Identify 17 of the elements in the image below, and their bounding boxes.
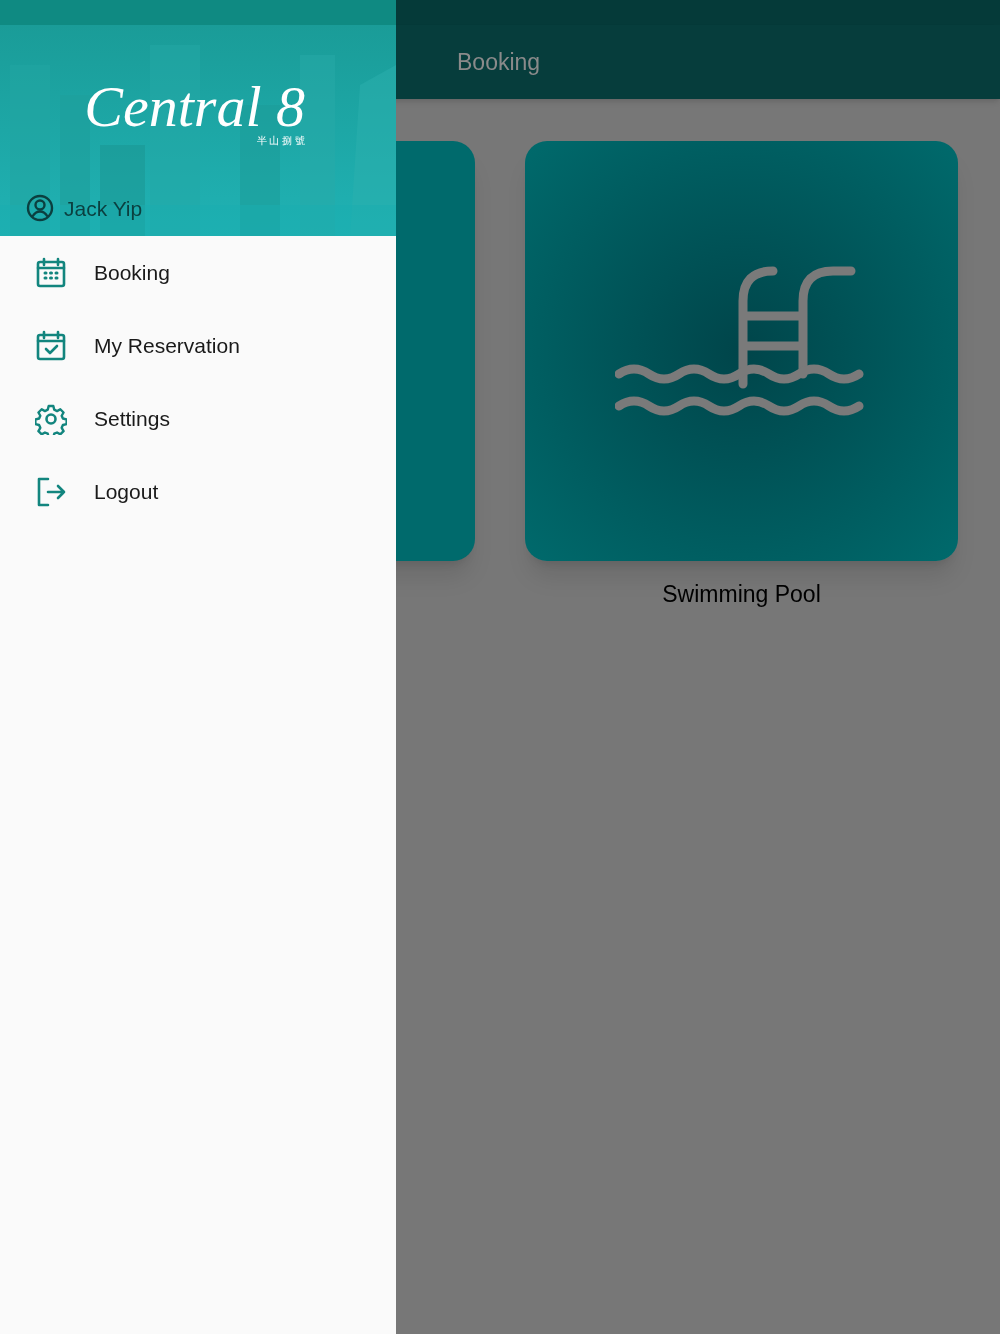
menu-item[interactable]: Logout — [0, 455, 396, 528]
facility-card[interactable] — [525, 141, 958, 561]
menu-item-label: My Reservation — [94, 332, 240, 359]
menu-item-label: Booking — [94, 259, 170, 286]
menu-item[interactable]: My Reservation — [0, 309, 396, 382]
menu-item[interactable]: Booking — [0, 236, 396, 309]
logout-icon — [35, 475, 67, 508]
settings-icon — [35, 402, 67, 435]
calendar-check-icon — [35, 329, 67, 362]
app-bar-title: Booking — [457, 47, 541, 77]
calendar-icon — [35, 256, 67, 289]
facility-label: Swimming Pool — [662, 580, 821, 609]
user-name: Jack Yip — [64, 195, 143, 222]
menu-item-label: Settings — [94, 405, 170, 432]
account-icon — [26, 194, 54, 223]
menu-item[interactable]: Settings — [0, 382, 396, 455]
menu-item-label: Logout — [94, 478, 159, 505]
